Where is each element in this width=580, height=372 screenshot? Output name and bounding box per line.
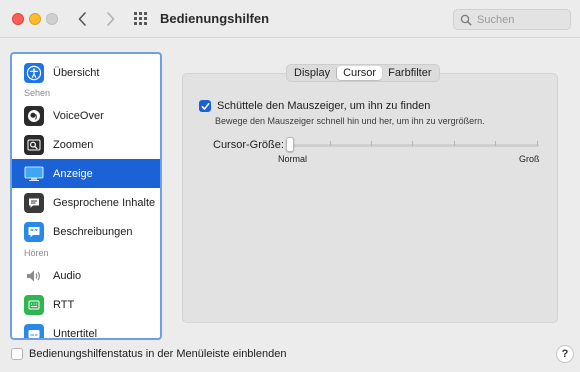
title-bar: Bedienungshilfen [0,0,580,38]
spoken-content-icon [24,192,44,213]
cursor-size-min-label: Normal [278,154,308,164]
show-all-button[interactable] [134,12,148,26]
segmented-tabs: Display Cursor Farbfilter [286,64,440,82]
display-icon [24,164,44,184]
sidebar-item-label: VoiceOver [53,109,104,122]
accessibility-icon [24,62,44,83]
window-title: Bedienungshilfen [160,11,270,26]
menubar-status-label: Bedienungshilfenstatus in der Menüleiste… [29,348,287,360]
sidebar-item-descriptions[interactable]: “” Beschreibungen [12,217,160,246]
slider-tick [454,141,455,146]
sidebar-item-captions[interactable]: Untertitel [12,319,160,340]
cursor-size-label: Cursor-Größe: [213,139,284,151]
slider-tick [495,141,496,146]
slider-tick [412,141,413,146]
menubar-status-option: Bedienungshilfenstatus in der Menüleiste… [11,348,286,360]
sidebar-item-audio[interactable]: Audio [12,261,160,290]
sidebar-item-label: Audio [53,269,82,282]
sidebar-item-spoken-content[interactable]: Gesprochene Inhalte [12,188,160,217]
sidebar-item-label: Anzeige [53,167,93,180]
tab-display[interactable]: Display [288,66,336,80]
shake-to-locate-option: Schüttele den Mauszeiger, um ihn zu find… [199,100,430,112]
forward-button[interactable] [102,10,118,28]
section-header-hearing: Hören [24,248,49,258]
sidebar-item-label: Übersicht [53,66,100,79]
slider-tick [371,141,372,146]
section-header-vision: Sehen [24,88,51,98]
preferences-window: Bedienungshilfen Übersicht Sehen [0,0,580,372]
sidebar-item-label: Gesprochene Inhalte [53,196,156,209]
descriptions-icon: “” [24,221,44,242]
search-field[interactable] [453,9,571,30]
search-input[interactable] [477,13,567,26]
shake-to-locate-label: Schüttele den Mauszeiger, um ihn zu find… [217,100,431,112]
minimize-window-button[interactable] [29,13,41,25]
chevron-right-icon [106,12,114,26]
search-icon [460,14,472,25]
sidebar: Übersicht Sehen VoiceOver Zoomen Anzeige… [10,52,162,340]
cursor-size-max-label: Groß [519,154,540,164]
voiceover-icon [24,105,44,126]
zoom-window-button[interactable] [46,13,58,25]
checkmark-icon [201,102,209,110]
svg-text:“”: “” [30,228,38,235]
close-window-button[interactable] [12,13,24,25]
shake-to-locate-checkbox[interactable] [199,100,211,112]
sidebar-item-label: RTT [53,298,75,311]
tab-cursor[interactable]: Cursor [337,66,383,80]
sidebar-item-rtt[interactable]: RTT [12,290,160,319]
sidebar-item-label: Beschreibungen [53,225,133,238]
back-button[interactable] [74,10,90,28]
sidebar-item-label: Zoomen [53,138,94,151]
sidebar-item-overview[interactable]: Übersicht [12,58,160,87]
chevron-left-icon [78,12,86,26]
shake-to-locate-description: Bewege den Mauszeiger schnell hin und he… [215,116,485,126]
help-button[interactable]: ? [556,345,574,363]
zoom-icon [24,134,44,155]
sidebar-item-label: Untertitel [53,327,98,340]
tab-color-filters[interactable]: Farbfilter [382,66,437,80]
captions-icon [24,323,44,338]
rtt-icon [24,294,44,315]
menubar-status-checkbox[interactable] [11,348,23,360]
cursor-size-slider[interactable] [291,144,539,147]
cursor-size-slider-thumb[interactable] [286,137,294,152]
sidebar-item-zoom[interactable]: Zoomen [12,130,160,159]
slider-tick [537,141,538,146]
audio-icon [24,266,44,286]
sidebar-item-voiceover[interactable]: VoiceOver [12,101,160,130]
slider-tick [330,141,331,146]
sidebar-item-display[interactable]: Anzeige [12,159,160,188]
